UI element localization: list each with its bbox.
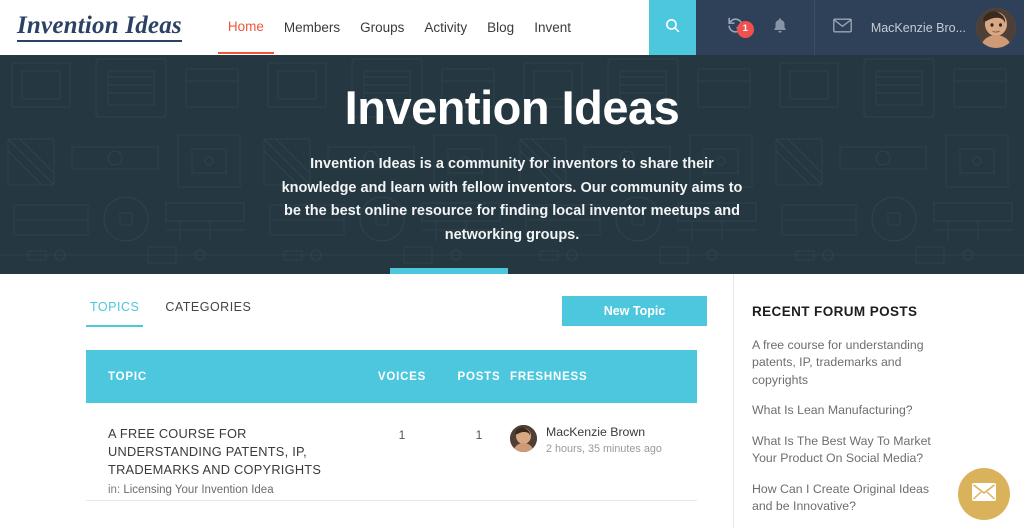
envelope-icon	[833, 17, 853, 38]
register-button[interactable]: REGISTER	[389, 268, 509, 274]
sidebar-post-link-2[interactable]: What Is Lean Manufacturing?	[752, 402, 934, 419]
sidebar-post-link-4[interactable]: How Can I Create Original Ideas and be I…	[752, 481, 934, 516]
row-voices-cell: 1	[398, 428, 406, 442]
author-info: MacKenzie Brown 2 hours, 35 minutes ago	[546, 425, 662, 455]
sync-button[interactable]: 1	[714, 16, 758, 40]
search-icon	[664, 17, 681, 39]
notifications-button[interactable]	[758, 16, 802, 40]
bell-icon	[771, 16, 789, 40]
nav-item-blog[interactable]: Blog	[477, 0, 524, 55]
hero-content: Invention Ideas Invention Ideas is a com…	[0, 55, 1024, 274]
author-name[interactable]: MacKenzie Brown	[546, 425, 662, 440]
tab-topics[interactable]: TOPICS	[86, 300, 144, 327]
author-avatar-image	[510, 425, 537, 452]
forum-content: TOPICS CATEGORIES New Topic TOPIC VOICES…	[0, 274, 733, 528]
sidebar-post-link-3[interactable]: What Is The Best Way To Market Your Prod…	[752, 433, 934, 468]
hero-banner: Invention Ideas Invention Ideas is a com…	[0, 55, 1024, 274]
tab-categories[interactable]: CATEGORIES	[161, 300, 255, 327]
topic-in-prefix: in:	[108, 484, 124, 497]
hero-description: Invention Ideas is a community for inven…	[281, 156, 743, 243]
learn-more-button[interactable]: LEARN MORE	[516, 268, 634, 274]
author-avatar[interactable]	[510, 425, 537, 452]
hero-actions: REGISTER LEARN MORE	[0, 268, 1024, 274]
page-body: TOPICS CATEGORIES New Topic TOPIC VOICES…	[0, 274, 1024, 528]
topic-title-link[interactable]: A FREE COURSE FOR UNDERSTANDING PATENTS,…	[108, 425, 344, 479]
search-button[interactable]	[648, 0, 696, 55]
header-divider	[813, 0, 815, 55]
row-posts-cell: 1	[475, 428, 483, 442]
envelope-glyph	[972, 482, 996, 501]
row-freshness-cell: MacKenzie Brown 2 hours, 35 minutes ago	[510, 425, 675, 455]
new-topic-button[interactable]: New Topic	[562, 296, 707, 326]
forum-table-header: TOPIC VOICES POSTS FRESHNESS	[86, 350, 697, 403]
column-header-voices: VOICES	[377, 370, 427, 383]
nav-item-members[interactable]: Members	[274, 0, 350, 55]
column-header-topic: TOPIC	[108, 370, 147, 383]
username-label[interactable]: MacKenzie Bro...	[871, 21, 966, 35]
hero-title: Invention Ideas	[344, 81, 680, 134]
contact-fab-button[interactable]	[958, 468, 1010, 520]
header-right: 1 MacKenzie Bro...	[695, 0, 1024, 55]
site-header: Invention Ideas Home Members Groups Acti…	[0, 0, 1024, 55]
avatar[interactable]	[976, 7, 1016, 48]
column-header-posts: POSTS	[457, 370, 501, 383]
main-navigation: Home Members Groups Activity Blog Invent	[217, 0, 581, 55]
forum-tabs: TOPICS CATEGORIES	[86, 300, 255, 327]
forum-toolbar: TOPICS CATEGORIES New Topic	[86, 296, 707, 327]
table-row[interactable]: A FREE COURSE FOR UNDERSTANDING PATENTS,…	[86, 403, 697, 501]
post-time: 2 hours, 35 minutes ago	[546, 443, 662, 456]
sidebar-post-link-1[interactable]: A free course for understanding patents,…	[752, 337, 934, 389]
sidebar-title: RECENT FORUM POSTS	[752, 304, 918, 319]
page-root: Invention Ideas Home Members Groups Acti…	[0, 0, 1024, 528]
topic-forum-link[interactable]: Licensing Your Invention Idea	[123, 484, 273, 496]
avatar-image	[976, 7, 1016, 48]
messages-button[interactable]	[821, 17, 865, 38]
nav-item-invent[interactable]: Invent	[524, 0, 581, 55]
sync-badge: 1	[736, 20, 754, 38]
column-header-freshness: FRESHNESS	[510, 370, 588, 383]
header-left: Invention Ideas Home Members Groups Acti…	[0, 0, 649, 55]
forum-table: TOPIC VOICES POSTS FRESHNESS A FREE COUR…	[86, 350, 697, 501]
nav-item-activity[interactable]: Activity	[414, 0, 477, 55]
envelope-icon	[972, 482, 996, 506]
nav-item-groups[interactable]: Groups	[350, 0, 414, 55]
site-logo[interactable]: Invention Ideas	[17, 12, 182, 43]
nav-item-home[interactable]: Home	[217, 1, 274, 54]
row-topic-cell: A FREE COURSE FOR UNDERSTANDING PATENTS,…	[108, 425, 356, 496]
topic-forum-label: in: Licensing Your Invention Idea	[108, 484, 344, 496]
